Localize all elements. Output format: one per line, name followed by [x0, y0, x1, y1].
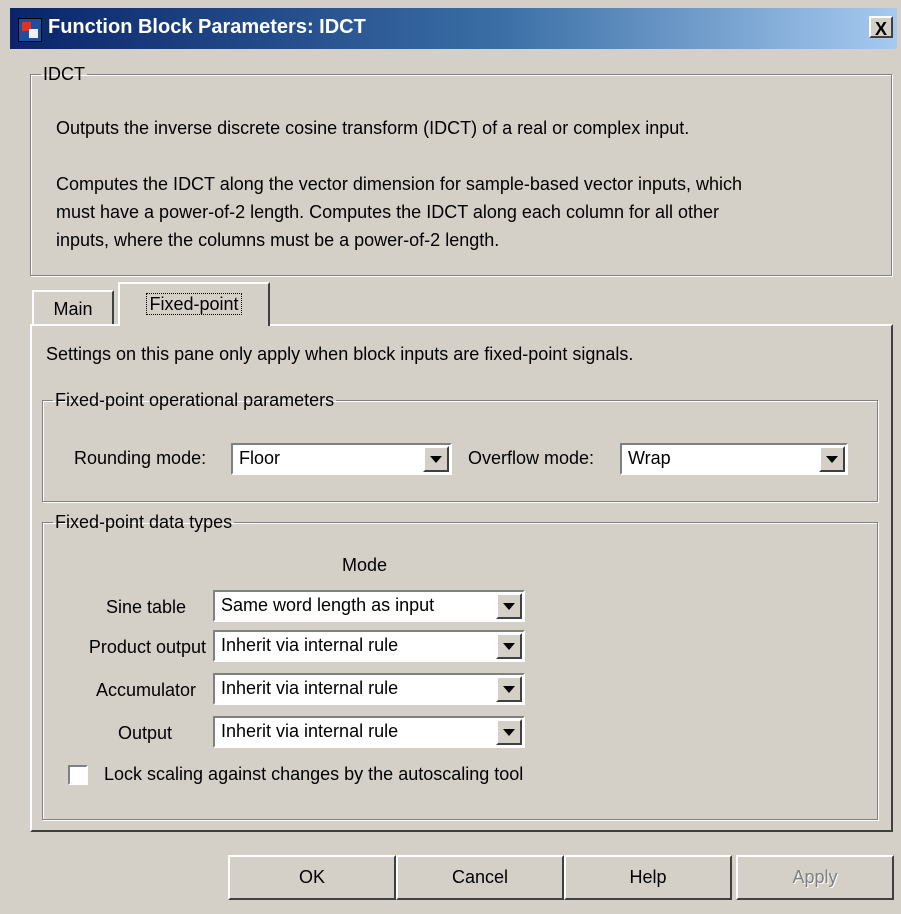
cancel-button[interactable]: Cancel: [396, 855, 564, 900]
accumulator-label: Accumulator: [95, 680, 196, 700]
output-dropdown-icon[interactable]: [496, 719, 522, 745]
mode-column-header: Mode: [342, 555, 388, 575]
rounding-mode-dropdown-icon[interactable]: [423, 446, 449, 472]
lock-scaling-checkbox[interactable]: [68, 765, 88, 785]
sine-table-dropdown-icon[interactable]: [496, 593, 522, 619]
product-output-value: Inherit via internal rule: [221, 635, 399, 655]
title-bar: Function Block Parameters: IDCT X: [10, 8, 897, 49]
accumulator-dropdown-icon[interactable]: [496, 676, 522, 702]
description-line-4: inputs, where the columns must be a powe…: [56, 230, 500, 250]
help-button[interactable]: Help: [564, 855, 732, 900]
data-types-legend: Fixed-point data types: [55, 512, 233, 532]
overflow-mode-label: Overflow mode:: [468, 448, 595, 468]
overflow-mode-select[interactable]: Wrap: [620, 443, 848, 475]
tab-fixed-point[interactable]: Fixed-point: [118, 282, 270, 326]
output-value: Inherit via internal rule: [221, 721, 399, 741]
tab-fixed-point-label: Fixed-point: [146, 293, 242, 315]
overflow-mode-value: Wrap: [628, 448, 671, 468]
description-line-3: must have a power-of-2 length. Computes …: [56, 202, 720, 222]
window-title: Function Block Parameters: IDCT: [48, 16, 366, 38]
output-label: Output: [117, 723, 172, 743]
overflow-mode-dropdown-icon[interactable]: [819, 446, 845, 472]
accumulator-value: Inherit via internal rule: [221, 678, 399, 698]
rounding-mode-value: Floor: [239, 448, 281, 468]
lock-scaling-label[interactable]: Lock scaling against changes by the auto…: [104, 764, 523, 785]
description-line-2: Computes the IDCT along the vector dimen…: [56, 174, 743, 194]
description-line-1: Outputs the inverse discrete cosine tran…: [56, 118, 690, 138]
sine-table-value: Same word length as input: [221, 595, 435, 615]
description-group-legend: IDCT: [43, 64, 85, 84]
product-output-select[interactable]: Inherit via internal rule: [213, 630, 525, 662]
product-output-label: Product output: [88, 637, 206, 657]
output-select[interactable]: Inherit via internal rule: [213, 716, 525, 748]
close-button[interactable]: X: [869, 16, 893, 39]
apply-button[interactable]: Apply: [736, 855, 894, 900]
sine-table-select[interactable]: Same word length as input: [213, 590, 525, 622]
fixed-point-note: Settings on this pane only apply when bl…: [46, 344, 634, 364]
product-output-dropdown-icon[interactable]: [496, 633, 522, 659]
ok-button[interactable]: OK: [228, 855, 396, 900]
rounding-mode-label: Rounding mode:: [74, 448, 207, 468]
accumulator-select[interactable]: Inherit via internal rule: [213, 673, 525, 705]
rounding-mode-select[interactable]: Floor: [231, 443, 452, 475]
tab-main[interactable]: Main: [32, 290, 114, 326]
sine-table-label: Sine table: [105, 597, 186, 617]
tab-main-label: Main: [53, 299, 93, 319]
simulink-block-icon: [18, 18, 42, 42]
operational-parameters-legend: Fixed-point operational parameters: [55, 390, 335, 410]
